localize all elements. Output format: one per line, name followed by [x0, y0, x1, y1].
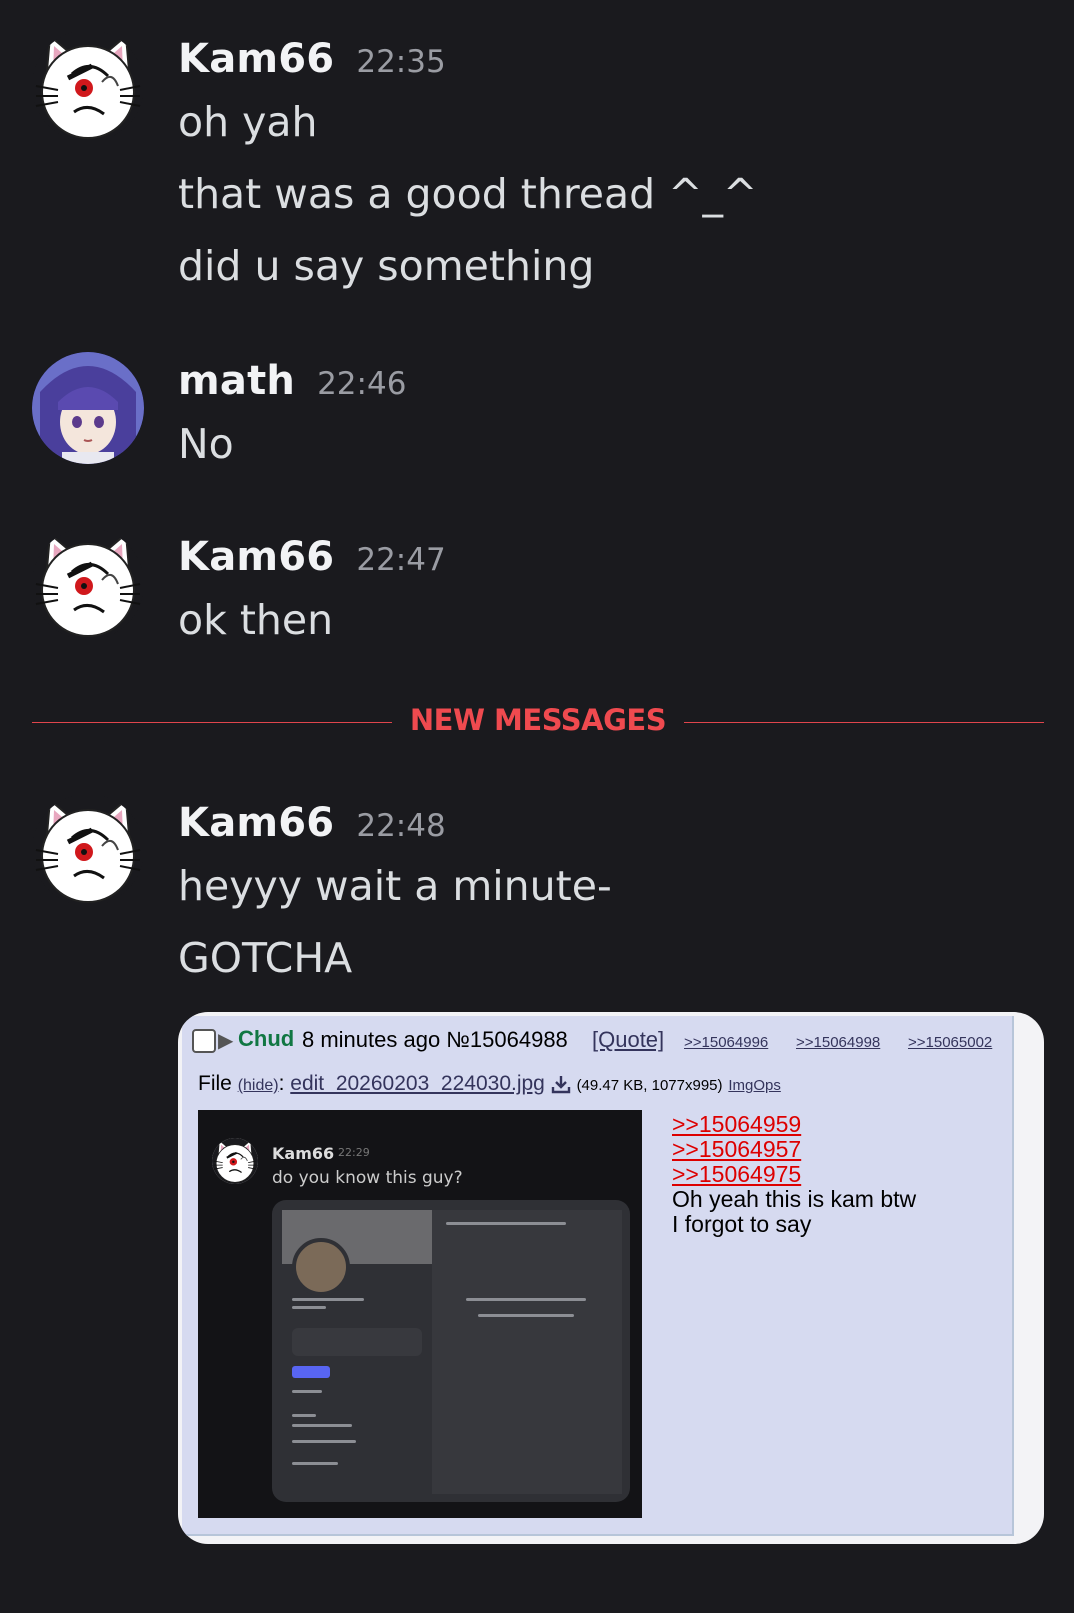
- username[interactable]: Kam66: [178, 36, 334, 82]
- forum-post: ▶ Chud 8 minutes ago №15064988 [Quote] >…: [182, 1016, 1014, 1536]
- post-text: I forgot to say: [672, 1211, 812, 1237]
- text-line: [292, 1424, 352, 1427]
- quotelink[interactable]: >>15064957: [672, 1137, 916, 1162]
- quotelink[interactable]: >>15064975: [672, 1162, 916, 1187]
- download-icon[interactable]: [551, 1074, 571, 1094]
- new-messages-divider: NEW MESSAGES: [409, 703, 667, 737]
- profile-card-preview: [272, 1200, 630, 1502]
- timestamp: 22:35: [356, 44, 446, 80]
- text-line: [292, 1390, 322, 1393]
- timestamp: 22:47: [356, 542, 446, 578]
- thumbnail-avatar-icon: [212, 1138, 258, 1184]
- message-button-preview: [292, 1366, 330, 1378]
- message-text: No: [178, 420, 234, 468]
- message-header: Kam66 22:47: [178, 534, 446, 580]
- message-text: did u say something: [178, 242, 595, 290]
- username[interactable]: Kam66: [178, 534, 334, 580]
- text-line: [292, 1440, 356, 1443]
- reply-link[interactable]: >>15065002: [908, 1034, 992, 1051]
- timestamp: 22:46: [317, 366, 407, 402]
- message-text: oh yah: [178, 98, 318, 146]
- file-colon: :: [278, 1072, 285, 1095]
- text-line: [292, 1298, 364, 1301]
- filename-link[interactable]: edit_20260203_224030.jpg: [290, 1072, 545, 1095]
- text-line: [292, 1306, 326, 1309]
- message-text: ok then: [178, 596, 334, 644]
- white-cat-avatar-icon[interactable]: [32, 794, 144, 906]
- username[interactable]: Kam66: [178, 800, 334, 846]
- profile-picture: [292, 1238, 350, 1296]
- quotelink[interactable]: >>15064959: [672, 1112, 916, 1137]
- message-text: that was a good thread ^_^: [178, 170, 758, 218]
- text-line: [446, 1222, 566, 1225]
- message-header: Kam66 22:48: [178, 800, 446, 846]
- text-line: [466, 1298, 586, 1301]
- file-meta: (49.47 KB, 1077x995): [576, 1077, 723, 1094]
- post-thumbnail[interactable]: Kam66 22:29 do you know this guy?: [198, 1110, 642, 1518]
- status-box: [292, 1328, 422, 1356]
- thumbnail-message: do you know this guy?: [272, 1168, 463, 1188]
- white-cat-avatar-icon[interactable]: [32, 30, 144, 142]
- message-header: math 22:46: [178, 358, 406, 404]
- thumbnail-timestamp: 22:29: [338, 1146, 370, 1159]
- text-line: [292, 1414, 316, 1417]
- thumbnail-username: Kam66: [272, 1144, 335, 1163]
- quote-link[interactable]: [Quote]: [592, 1027, 664, 1053]
- file-info: File (hide): edit_20260203_224030.jpg (4…: [198, 1072, 781, 1096]
- timestamp: 22:48: [356, 808, 446, 844]
- reply-link[interactable]: >>15064996: [684, 1034, 768, 1051]
- text-line: [292, 1462, 338, 1465]
- divider-line: [684, 722, 1044, 723]
- reply-link[interactable]: >>15064998: [796, 1034, 880, 1051]
- image-attachment[interactable]: ▶ Chud 8 minutes ago №15064988 [Quote] >…: [178, 1012, 1044, 1544]
- divider-line: [32, 722, 392, 723]
- post-body: >>15064959 >>15064957 >>15064975 Oh yeah…: [672, 1112, 916, 1237]
- poster-name: Chud: [238, 1026, 295, 1051]
- message-text: heyyy wait a minute-: [178, 862, 612, 910]
- profile-activity-panel: [432, 1210, 622, 1494]
- message-text: GOTCHA: [178, 934, 353, 982]
- file-label: File: [198, 1072, 232, 1095]
- checkbox-icon[interactable]: [192, 1029, 216, 1053]
- username[interactable]: math: [178, 358, 295, 404]
- anime-girl-avatar-icon[interactable]: [32, 352, 144, 464]
- white-cat-avatar-icon[interactable]: [32, 528, 144, 640]
- message-header: Kam66 22:35: [178, 36, 446, 82]
- text-line: [478, 1314, 574, 1317]
- hide-link[interactable]: (hide): [238, 1077, 279, 1094]
- imgops-link[interactable]: ImgOps: [728, 1077, 781, 1094]
- post-meta: 8 minutes ago №15064988: [302, 1027, 568, 1052]
- post-text: Oh yeah this is kam btw: [672, 1186, 917, 1212]
- triangle-right-icon[interactable]: ▶: [218, 1028, 233, 1053]
